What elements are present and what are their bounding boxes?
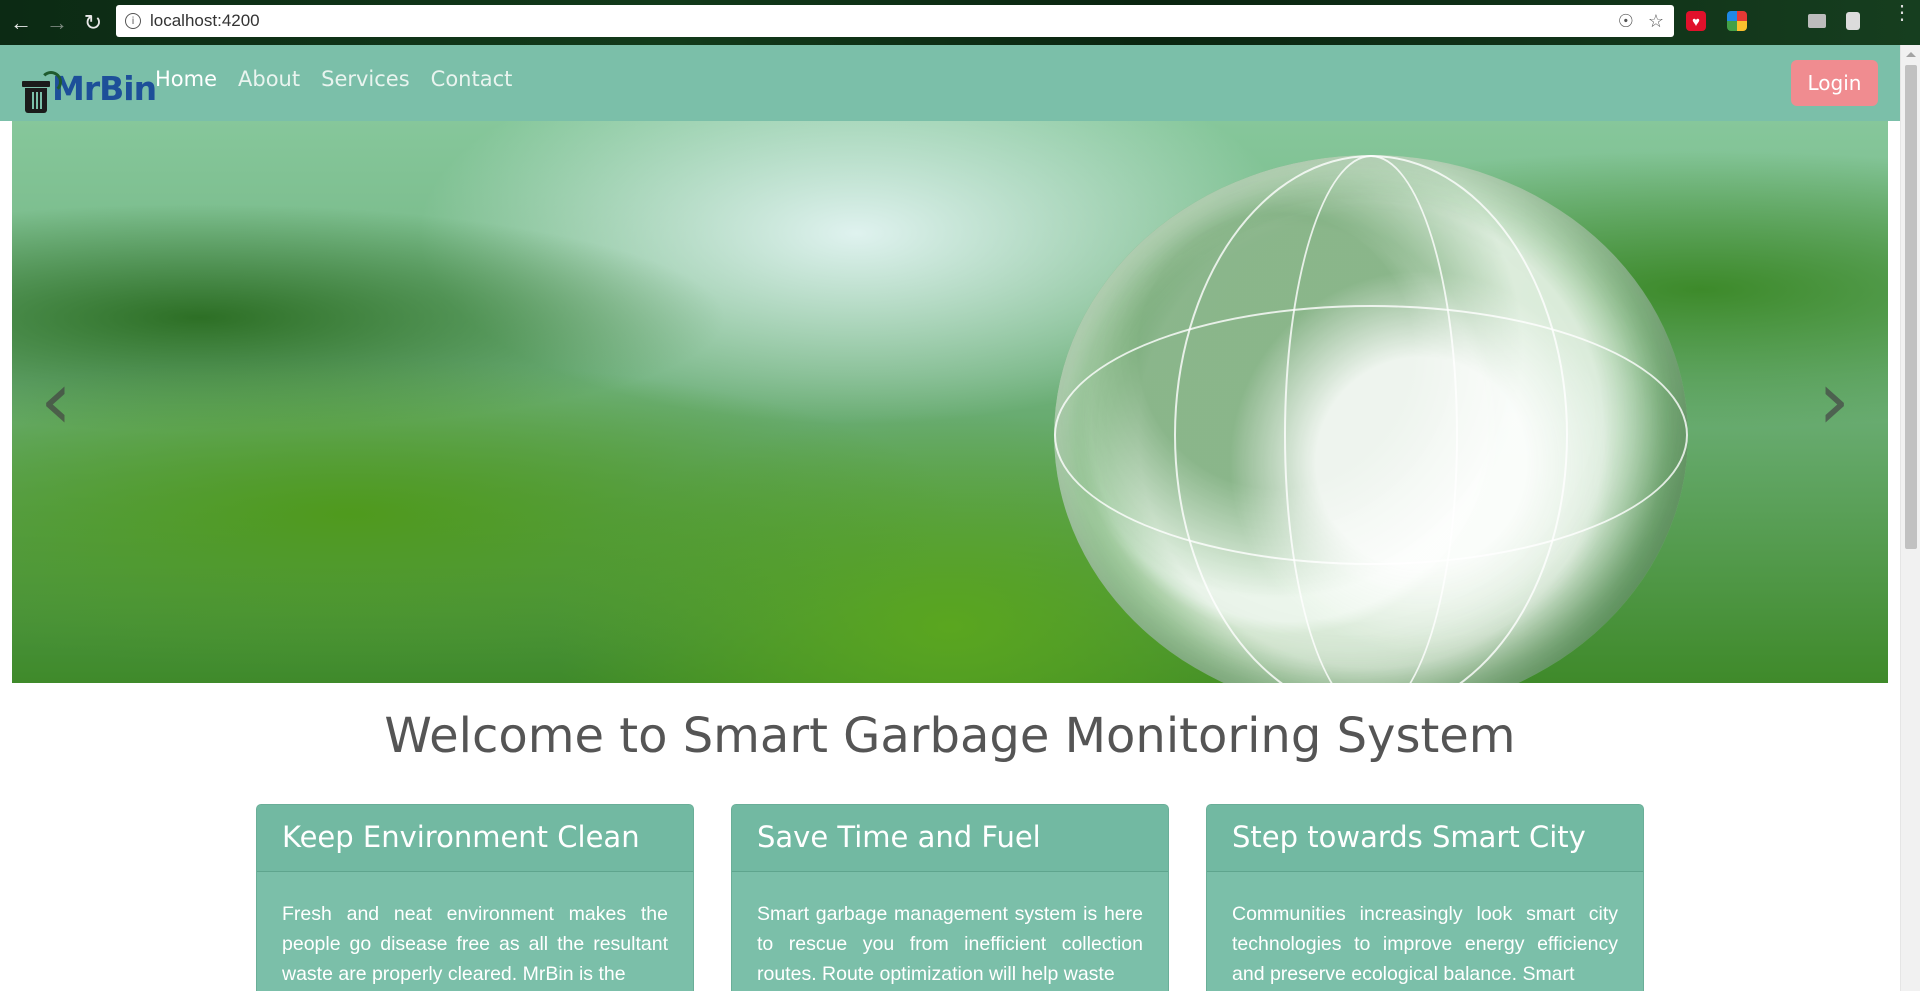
carousel-prev-icon[interactable]: ‹ bbox=[40, 361, 72, 441]
login-button[interactable]: Login bbox=[1791, 60, 1878, 106]
feature-card-smart-city: Step towards Smart City Communities incr… bbox=[1206, 804, 1644, 991]
location-icon[interactable]: ☉ bbox=[1618, 11, 1634, 32]
hero-carousel: ‹ › bbox=[12, 121, 1888, 683]
card-title: Step towards Smart City bbox=[1207, 805, 1643, 872]
brand-logo[interactable]: MrBin bbox=[22, 59, 157, 113]
card-title: Keep Environment Clean bbox=[257, 805, 693, 872]
glass-globe-image bbox=[1054, 155, 1688, 683]
browser-menu-icon[interactable]: ⋮ bbox=[1892, 3, 1912, 33]
nav-link-about[interactable]: About bbox=[238, 67, 300, 91]
forward-button[interactable]: → bbox=[42, 8, 72, 38]
card-text: Fresh and neat environment makes the peo… bbox=[282, 903, 668, 985]
extension-lock-icon[interactable] bbox=[1846, 12, 1860, 30]
back-button[interactable]: ← bbox=[6, 8, 36, 38]
wifi-icon bbox=[40, 71, 62, 93]
trash-bin-icon bbox=[22, 71, 62, 113]
scrollbar-thumb[interactable] bbox=[1905, 65, 1917, 549]
address-url[interactable]: localhost:4200 bbox=[150, 11, 260, 31]
brand-name: MrBin bbox=[52, 69, 157, 108]
extension-heart-icon[interactable]: ♥ bbox=[1686, 11, 1706, 31]
browser-toolbar: ← → ↻ i localhost:4200 ☉ ☆ ♥ ⋮ bbox=[0, 0, 1920, 45]
bookmark-star-icon[interactable]: ☆ bbox=[1648, 11, 1664, 32]
nav-links: Home About Services Contact bbox=[155, 67, 512, 91]
reload-button[interactable]: ↻ bbox=[78, 8, 108, 38]
card-text: Smart garbage management system is here … bbox=[757, 903, 1143, 985]
site-navbar: MrBin Home About Services Contact Login bbox=[0, 45, 1900, 121]
info-icon[interactable]: i bbox=[125, 13, 141, 29]
feature-card-clean: Keep Environment Clean Fresh and neat en… bbox=[256, 804, 694, 991]
nav-link-services[interactable]: Services bbox=[321, 67, 410, 91]
nav-link-contact[interactable]: Contact bbox=[431, 67, 513, 91]
card-text: Communities increasingly look smart city… bbox=[1232, 903, 1618, 985]
card-title: Save Time and Fuel bbox=[732, 805, 1168, 872]
address-bar[interactable]: i localhost:4200 ☉ ☆ bbox=[116, 5, 1674, 37]
nav-link-home[interactable]: Home bbox=[155, 67, 217, 91]
scroll-up-icon[interactable] bbox=[1906, 52, 1916, 57]
carousel-next-icon[interactable]: › bbox=[1818, 361, 1850, 441]
extension-grid-icon[interactable] bbox=[1727, 11, 1747, 31]
welcome-heading: Welcome to Smart Garbage Monitoring Syst… bbox=[384, 708, 1516, 764]
page-scrollbar[interactable] bbox=[1900, 45, 1920, 991]
extension-icon[interactable] bbox=[1808, 14, 1826, 28]
feature-card-time: Save Time and Fuel Smart garbage managem… bbox=[731, 804, 1169, 991]
